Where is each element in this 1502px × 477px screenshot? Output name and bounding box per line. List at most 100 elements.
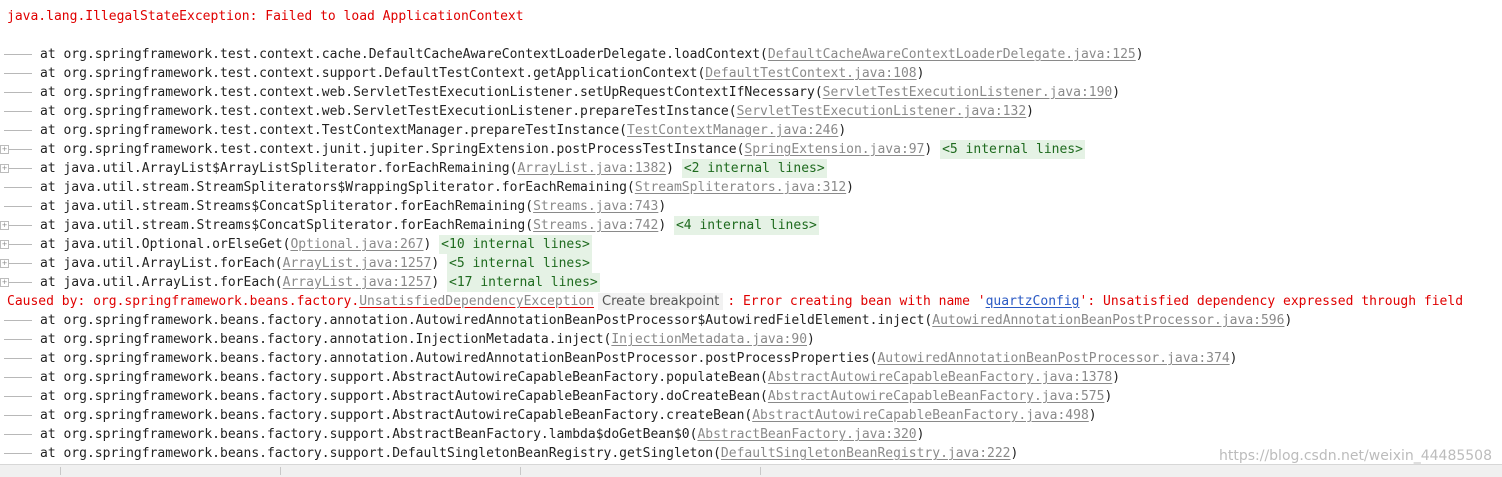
- bottom-toolbar-strip: [0, 464, 1502, 477]
- expand-icon[interactable]: +: [0, 221, 9, 230]
- toolbar-divider: [60, 467, 61, 475]
- frame-close-paren: ): [846, 180, 854, 195]
- source-file-link[interactable]: DefaultTestContext.java:108: [705, 64, 916, 83]
- internal-lines-fold[interactable]: <5 internal lines>: [940, 140, 1085, 159]
- source-file-link[interactable]: InjectionMetadata.java:90: [611, 330, 807, 349]
- frame-gutter: [0, 102, 40, 121]
- frame-gutter: [0, 83, 40, 102]
- console-output: java.lang.IllegalStateException: Failed …: [0, 0, 1502, 464]
- frame-method: at java.util.ArrayList.forEach(: [40, 275, 283, 290]
- exception-class-link[interactable]: UnsatisfiedDependencyException: [359, 292, 594, 311]
- stack-frame-line: + at java.util.ArrayList.forEach(ArrayLis…: [0, 254, 592, 273]
- frame-gutter: [0, 64, 40, 83]
- frame-close-paren: ): [807, 332, 815, 347]
- source-file-link[interactable]: ArrayList.java:1257: [283, 254, 432, 273]
- toolbar-divider: [280, 467, 281, 475]
- frame-method: at org.springframework.beans.factory.sup…: [40, 408, 753, 423]
- frame-connector: [4, 73, 32, 74]
- frame-gutter: +: [0, 254, 40, 273]
- internal-lines-fold[interactable]: <10 internal lines>: [439, 235, 592, 254]
- internal-lines-fold[interactable]: <4 internal lines>: [673, 216, 819, 235]
- create-breakpoint-tooltip[interactable]: Create breakpoint: [598, 293, 724, 310]
- frame-close-paren: ): [1112, 85, 1121, 100]
- frame-close-paren: ): [1284, 313, 1293, 328]
- source-file-link[interactable]: AutowiredAnnotationBeanPostProcessor.jav…: [932, 311, 1284, 330]
- source-file-link[interactable]: SpringExtension.java:97: [744, 140, 924, 159]
- source-file-link[interactable]: AbstractAutowireCapableBeanFactory.java:…: [768, 368, 1112, 387]
- frame-method: at org.springframework.test.context.Test…: [40, 123, 627, 138]
- exception-header: java.lang.IllegalStateException: Failed …: [0, 7, 524, 26]
- frame-gutter: [0, 444, 40, 463]
- frame-close-paren: ): [1010, 446, 1019, 461]
- frame-connector: [4, 187, 32, 188]
- source-file-link[interactable]: Optional.java:267: [290, 235, 423, 254]
- source-file-link[interactable]: DefaultSingletonBeanRegistry.java:222: [721, 444, 1011, 463]
- stack-frame-line: at org.springframework.test.context.Test…: [0, 121, 846, 140]
- expand-icon[interactable]: +: [0, 240, 9, 249]
- frame-close-paren: ): [1229, 351, 1238, 366]
- stack-frame-line: at org.springframework.beans.factory.sup…: [0, 406, 1097, 425]
- source-file-link[interactable]: ArrayList.java:1382: [517, 159, 666, 178]
- frame-connector: [4, 434, 32, 435]
- expand-icon[interactable]: +: [0, 145, 9, 154]
- frame-connector: [4, 206, 32, 207]
- frame-method: at org.springframework.beans.factory.ann…: [40, 313, 933, 328]
- source-file-link[interactable]: AbstractAutowireCapableBeanFactory.java:…: [768, 387, 1105, 406]
- source-file-link[interactable]: ServletTestExecutionListener.java:190: [823, 83, 1113, 102]
- source-file-link[interactable]: DefaultCacheAwareContextLoaderDelegate.j…: [768, 45, 1136, 64]
- source-file-link[interactable]: ServletTestExecutionListener.java:132: [737, 102, 1027, 121]
- caused-by-middle: : Error creating bean with name ': [727, 294, 986, 309]
- source-file-link[interactable]: AbstractBeanFactory.java:320: [697, 425, 916, 444]
- source-file-link[interactable]: TestContextManager.java:246: [627, 121, 838, 140]
- frame-method: at java.util.stream.Streams$ConcatSplite…: [40, 199, 534, 214]
- expand-icon[interactable]: +: [0, 259, 9, 268]
- toolbar-divider: [520, 467, 521, 475]
- frame-close-paren: ): [658, 199, 667, 214]
- frame-method: at org.springframework.beans.factory.sup…: [40, 427, 698, 442]
- frame-close-paren: ): [1088, 408, 1097, 423]
- stack-frame-line: + at java.util.stream.Streams$ConcatSplit…: [0, 216, 819, 235]
- watermark-text: https://blog.csdn.net/weixin_44485508: [1218, 448, 1492, 464]
- stack-frame-line: at org.springframework.beans.factory.sup…: [0, 387, 1112, 406]
- source-file-link[interactable]: Streams.java:743: [533, 197, 658, 216]
- frame-connector: [4, 320, 32, 321]
- stack-frame-line: + at java.util.Optional.orElseGet(Optiona…: [0, 235, 592, 254]
- frame-method: at org.springframework.beans.factory.ann…: [40, 351, 878, 366]
- frame-connector: [4, 130, 32, 131]
- source-file-link[interactable]: StreamSpliterators.java:312: [635, 178, 846, 197]
- frame-gutter: [0, 368, 40, 387]
- frame-connector: [4, 396, 32, 397]
- frame-connector: [4, 339, 32, 340]
- caused-by-line: Caused by: org.springframework.beans.fac…: [0, 292, 1463, 311]
- frame-method: at java.util.ArrayList$ArrayListSplitera…: [40, 161, 518, 176]
- frame-close-paren: ): [838, 123, 847, 138]
- frame-connector: [4, 92, 32, 93]
- frame-close-paren: ): [916, 427, 925, 442]
- frame-method: at java.util.stream.Streams$ConcatSplite…: [40, 218, 534, 233]
- frame-close-paren: ): [916, 66, 925, 81]
- internal-lines-fold[interactable]: <17 internal lines>: [447, 273, 600, 292]
- frame-connector: [4, 377, 32, 378]
- expand-icon[interactable]: +: [0, 278, 9, 287]
- expand-icon[interactable]: +: [0, 164, 9, 173]
- frame-connector: [4, 415, 32, 416]
- frame-close-paren: ): [658, 218, 674, 233]
- frame-close-paren: ): [666, 161, 682, 176]
- toolbar-divider: [760, 467, 761, 475]
- internal-lines-fold[interactable]: <2 internal lines>: [681, 159, 827, 178]
- frame-method: at org.springframework.beans.factory.ann…: [40, 332, 612, 347]
- source-file-link[interactable]: AbstractAutowireCapableBeanFactory.java:…: [752, 406, 1089, 425]
- source-file-link[interactable]: Streams.java:742: [533, 216, 658, 235]
- stack-frame-line: at org.springframework.beans.factory.sup…: [0, 425, 924, 444]
- frame-gutter: +: [0, 140, 40, 159]
- frame-close-paren: ): [1104, 389, 1113, 404]
- internal-lines-fold[interactable]: <5 internal lines>: [447, 254, 592, 273]
- stack-frame-line: at org.springframework.beans.factory.ann…: [0, 311, 1292, 330]
- frame-gutter: [0, 387, 40, 406]
- source-file-link[interactable]: AutowiredAnnotationBeanPostProcessor.jav…: [877, 349, 1229, 368]
- frame-close-paren: ): [423, 237, 440, 252]
- source-file-link[interactable]: ArrayList.java:1257: [283, 273, 432, 292]
- stack-frame-line: at java.util.stream.StreamSpliterators$W…: [0, 178, 854, 197]
- frame-connector: [4, 453, 32, 454]
- bean-name-link[interactable]: quartzConfig: [986, 292, 1080, 311]
